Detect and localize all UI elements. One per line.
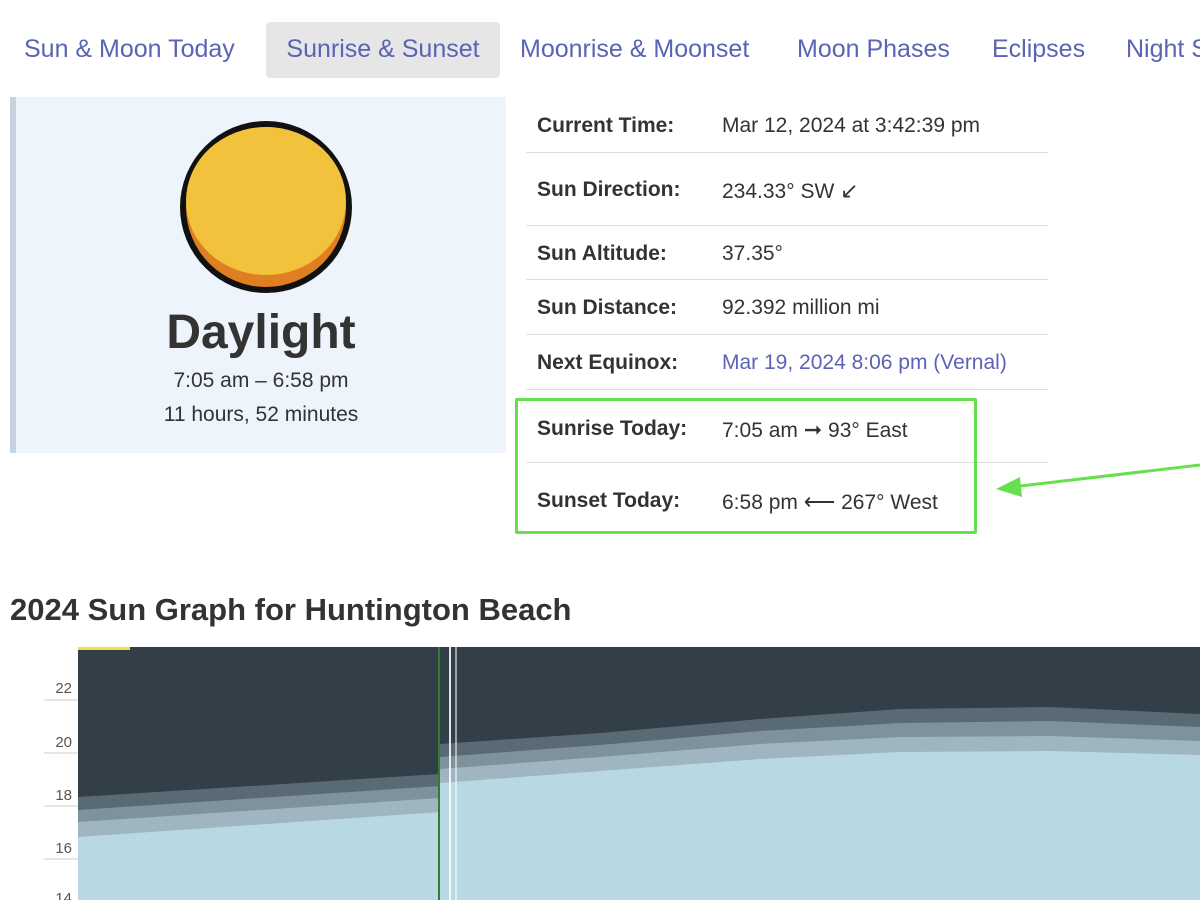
sunrise-sunset-highlight-box bbox=[515, 398, 977, 534]
sun-direction-text: 234.33° SW bbox=[722, 180, 835, 203]
tab-eclipses[interactable]: Eclipses bbox=[978, 22, 1099, 78]
row-sun-altitude: Sun Altitude: 37.35° bbox=[526, 226, 1048, 280]
row-next-equinox: Next Equinox: Mar 19, 2024 8:06 pm (Vern… bbox=[526, 335, 1048, 390]
tab-sunrise-sunset[interactable]: Sunrise & Sunset bbox=[266, 22, 500, 78]
y-tick-14: 14 bbox=[55, 890, 72, 900]
y-axis: 22 20 18 16 14 bbox=[44, 680, 78, 900]
y-tick-22: 22 bbox=[55, 680, 72, 697]
next-equinox-label: Next Equinox: bbox=[537, 351, 679, 374]
southwest-arrow-icon: ↙ bbox=[840, 178, 859, 203]
row-current-time: Current Time: Mar 12, 2024 at 3:42:39 pm bbox=[526, 97, 1048, 153]
daylight-bands bbox=[78, 647, 1200, 900]
sun-distance-label: Sun Distance: bbox=[537, 296, 678, 319]
sun-graph: 22 20 18 16 14 bbox=[44, 647, 1200, 900]
sun-altitude-value: 37.35° bbox=[722, 242, 783, 265]
sun-distance-value: 92.392 million mi bbox=[722, 296, 880, 319]
sun-altitude-label: Sun Altitude: bbox=[537, 242, 667, 265]
sun-graph-title: 2024 Sun Graph for Huntington Beach bbox=[10, 592, 572, 627]
daylight-length: 11 hours, 52 minutes bbox=[163, 403, 359, 426]
current-time-value: Mar 12, 2024 at 3:42:39 pm bbox=[722, 114, 980, 137]
y-tick-20: 20 bbox=[55, 734, 72, 751]
sun-direction-label: Sun Direction: bbox=[537, 178, 681, 201]
current-time-label: Current Time: bbox=[537, 114, 675, 137]
row-sun-direction: Sun Direction: 234.33° SW ↙ bbox=[526, 153, 1048, 226]
y-tick-18: 18 bbox=[55, 787, 72, 804]
tab-moon-phases[interactable]: Moon Phases bbox=[783, 22, 964, 78]
y-tick-16: 16 bbox=[55, 840, 72, 857]
tab-moonrise-moonset[interactable]: Moonrise & Moonset bbox=[506, 22, 763, 78]
row-sun-distance: Sun Distance: 92.392 million mi bbox=[526, 280, 1048, 335]
next-equinox-link[interactable]: Mar 19, 2024 8:06 pm (Vernal) bbox=[722, 351, 1007, 375]
legend-marker bbox=[78, 647, 130, 650]
sun-icon bbox=[180, 121, 352, 293]
tab-night-sky[interactable]: Night S bbox=[1112, 22, 1200, 78]
tab-sun-moon-today[interactable]: Sun & Moon Today bbox=[10, 22, 249, 78]
daylight-range: 7:05 am – 6:58 pm bbox=[173, 369, 349, 392]
daylight-title: Daylight bbox=[166, 306, 356, 359]
sun-direction-value: 234.33° SW ↙ bbox=[722, 178, 859, 204]
pointer-arrow-icon bbox=[996, 463, 1200, 497]
daylight-panel: Daylight 7:05 am – 6:58 pm 11 hours, 52 … bbox=[10, 97, 506, 453]
